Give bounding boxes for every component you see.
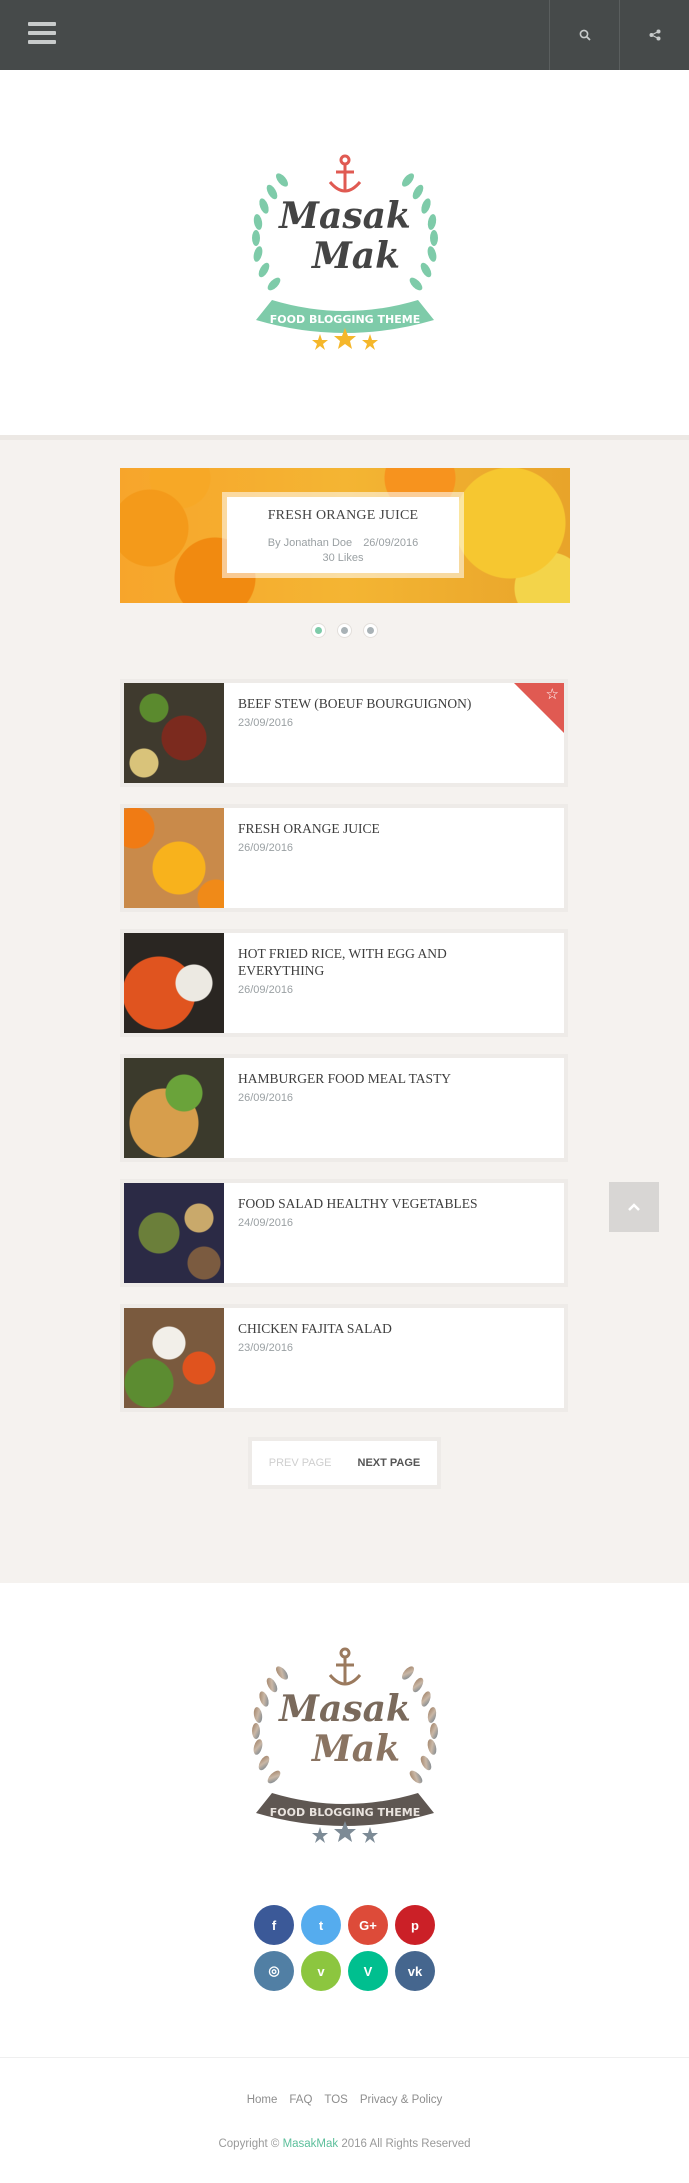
slider-dot-2[interactable] — [338, 624, 351, 637]
post-card[interactable]: HAMBURGER FOOD MEAL TASTY 26/09/2016 — [120, 1054, 568, 1162]
post-card[interactable]: HOT FRIED RICE, WITH EGG AND EVERYTHING … — [120, 929, 568, 1037]
post-thumbnail[interactable] — [124, 683, 224, 783]
facebook-icon[interactable]: f — [254, 1905, 294, 1945]
post-date: 26/09/2016 — [238, 1092, 294, 1104]
star-icon: ☆ — [545, 686, 559, 703]
footer-logo-line2: Mak — [310, 1728, 400, 1770]
footer-logo-line1: Masak — [277, 1688, 411, 1730]
twitter-icon[interactable]: t — [301, 1905, 341, 1945]
footer-logo[interactable]: Masak Mak FOOD BLOGGING THEME — [244, 1643, 446, 1849]
post-title[interactable]: HAMBURGER FOOD MEAL TASTY — [238, 1070, 488, 1087]
slider-dot-1[interactable] — [312, 624, 325, 637]
social-links: f t G+ p ◎ v V vk — [0, 1905, 689, 1997]
post-date: 24/09/2016 — [238, 1217, 294, 1229]
post-card[interactable]: CHICKEN FAJITA SALAD 23/09/2016 — [120, 1304, 568, 1412]
chevron-up-icon — [628, 1203, 640, 1211]
vk-icon[interactable]: vk — [395, 1951, 435, 1991]
next-page-link[interactable]: NEXT PAGE — [358, 1457, 421, 1469]
footer-link-privacy[interactable]: Privacy & Policy — [360, 2094, 442, 2106]
copyright-prefix: Copyright © — [218, 2138, 280, 2150]
slide-likes: 30 Likes — [322, 552, 364, 564]
slide-author[interactable]: By Jonathan Doe — [268, 537, 352, 549]
vimeo-icon[interactable]: v — [301, 1951, 341, 1991]
pinterest-icon[interactable]: p — [395, 1905, 435, 1945]
post-thumbnail[interactable] — [124, 1183, 224, 1283]
copyright: Copyright © MasakMak 2016 All Rights Res… — [0, 2138, 689, 2150]
site-footer: Masak Mak FOOD BLOGGING THEME f t G+ p ◎… — [0, 1583, 689, 2183]
search-icon — [579, 29, 591, 41]
back-to-top-button[interactable] — [609, 1182, 659, 1232]
post-title[interactable]: HOT FRIED RICE, WITH EGG AND EVERYTHING — [238, 945, 488, 979]
site-logo[interactable]: Masak Mak FOOD BLOGGING THEME — [244, 150, 446, 356]
post-title[interactable]: BEEF STEW (BOEUF BOURGUIGNON) — [238, 695, 488, 712]
site-header: Masak Mak FOOD BLOGGING THEME — [0, 70, 689, 435]
post-title[interactable]: CHICKEN FAJITA SALAD — [238, 1320, 488, 1337]
slider-dot-3[interactable] — [364, 624, 377, 637]
post-card[interactable]: FOOD SALAD HEALTHY VEGETABLES 24/09/2016 — [120, 1179, 568, 1287]
post-card[interactable]: BEEF STEW (BOEUF BOURGUIGNON) 23/09/2016… — [120, 679, 568, 787]
share-icon — [649, 29, 660, 41]
post-date: 26/09/2016 — [238, 984, 294, 996]
main-content: FRESH ORANGE JUICE By Jonathan Doe 26/09… — [0, 440, 689, 1583]
prev-page-link: PREV PAGE — [268, 1457, 332, 1469]
slide-meta: By Jonathan Doe 26/09/2016 — [227, 537, 459, 549]
vine-icon[interactable]: V — [348, 1951, 388, 1991]
post-thumbnail[interactable] — [124, 1058, 224, 1158]
post-date: 23/09/2016 — [238, 1342, 294, 1354]
slide-caption[interactable]: FRESH ORANGE JUICE By Jonathan Doe 26/09… — [222, 492, 464, 578]
pagination: PREV PAGE NEXT PAGE — [248, 1437, 441, 1489]
post-title[interactable]: FOOD SALAD HEALTHY VEGETABLES — [238, 1195, 488, 1212]
footer-links: Home FAQ TOS Privacy & Policy — [0, 2094, 689, 2106]
slide-date: 26/09/2016 — [363, 537, 419, 549]
share-button[interactable] — [619, 0, 689, 70]
hamburger-menu-icon[interactable] — [28, 22, 56, 48]
footer-logo-ribbon-text: FOOD BLOGGING THEME — [270, 1806, 420, 1819]
top-navigation-bar — [0, 0, 689, 70]
post-thumbnail[interactable] — [124, 1308, 224, 1408]
slide-title[interactable]: FRESH ORANGE JUICE — [227, 508, 459, 524]
footer-divider — [0, 2057, 689, 2058]
post-thumbnail[interactable] — [124, 808, 224, 908]
post-title[interactable]: FRESH ORANGE JUICE — [238, 820, 488, 837]
footer-link-tos[interactable]: TOS — [324, 2094, 347, 2106]
logo-line2: Mak — [310, 235, 400, 277]
footer-link-home[interactable]: Home — [247, 2094, 278, 2106]
search-button[interactable] — [549, 0, 619, 70]
logo-line1: Masak — [277, 195, 411, 237]
slider-dots — [0, 624, 689, 637]
google-plus-icon[interactable]: G+ — [348, 1905, 388, 1945]
instagram-icon[interactable]: ◎ — [254, 1951, 294, 1991]
copyright-suffix: 2016 All Rights Reserved — [341, 2138, 471, 2150]
post-card[interactable]: FRESH ORANGE JUICE 26/09/2016 — [120, 804, 568, 912]
footer-link-faq[interactable]: FAQ — [289, 2094, 312, 2106]
featured-slider[interactable]: FRESH ORANGE JUICE By Jonathan Doe 26/09… — [120, 468, 570, 603]
copyright-brand[interactable]: MasakMak — [283, 2138, 339, 2150]
logo-ribbon-text: FOOD BLOGGING THEME — [270, 313, 420, 326]
post-date: 23/09/2016 — [238, 717, 294, 729]
post-thumbnail[interactable] — [124, 933, 224, 1033]
post-date: 26/09/2016 — [238, 842, 294, 854]
